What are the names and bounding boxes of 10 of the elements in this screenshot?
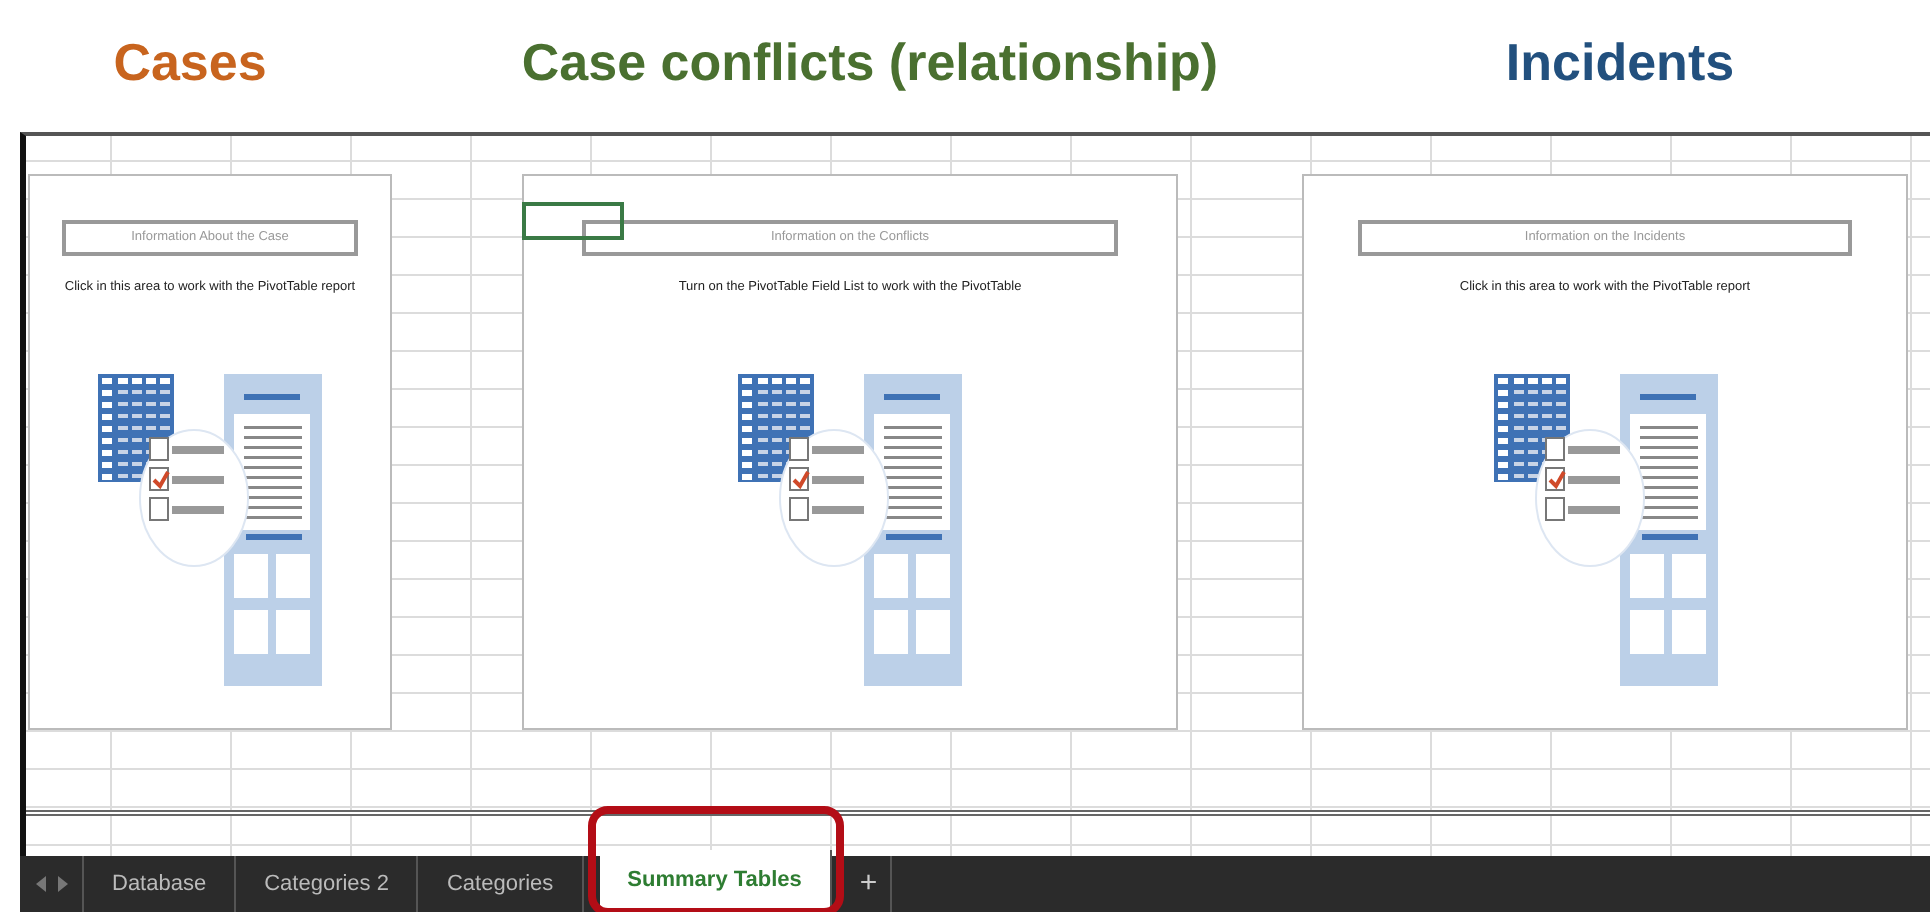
add-sheet-button[interactable]: + xyxy=(847,856,892,912)
sheet-tab[interactable]: Summary Tables xyxy=(599,850,832,912)
scroll-right-icon[interactable] xyxy=(57,876,67,892)
section-heading: Incidents xyxy=(1505,30,1735,96)
sheet-tab[interactable]: Categories xyxy=(418,856,584,912)
section-heading: Case conflicts (relationship) xyxy=(521,30,1219,96)
sheet-tab[interactable]: Categories 2 xyxy=(236,856,419,912)
section-heading: Cases xyxy=(113,30,267,96)
sheet-tab[interactable]: Database xyxy=(84,856,237,912)
scroll-left-icon[interactable] xyxy=(35,876,45,892)
